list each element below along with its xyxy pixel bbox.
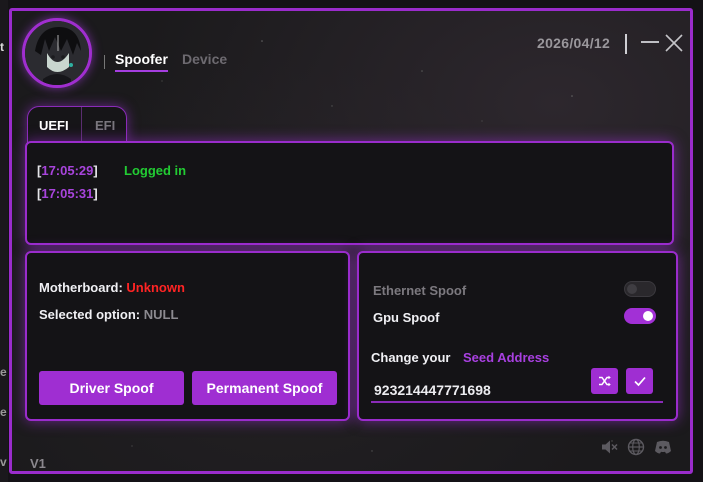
log-panel: [17:05:29] Logged in [17:05:31] xyxy=(25,141,674,245)
background-glyph: t xyxy=(0,40,4,54)
motherboard-label: Motherboard: xyxy=(39,280,123,295)
log-entry-timestamp: [17:05:29] xyxy=(37,163,98,178)
tab-spoofer[interactable]: Spoofer xyxy=(115,51,168,72)
mode-tab-divider xyxy=(81,107,82,143)
seed-address-input[interactable] xyxy=(371,379,663,403)
tab-efi[interactable]: EFI xyxy=(95,118,115,133)
ethernet-spoof-toggle[interactable] xyxy=(624,281,656,297)
change-your-label: Change your xyxy=(371,350,451,365)
discord-icon[interactable] xyxy=(653,437,673,457)
version-label: V1 xyxy=(30,456,46,471)
spoof-options-panel: Ethernet Spoof Gpu Spoof Change your See… xyxy=(357,251,678,421)
mode-tabs: UEFI EFI xyxy=(27,106,127,143)
user-avatar xyxy=(22,18,92,88)
background-glyph: e xyxy=(0,405,7,419)
checkmark-icon xyxy=(633,376,646,387)
log-entry-message: Logged in xyxy=(124,163,187,178)
system-info-panel: Motherboard: Unknown Selected option: NU… xyxy=(25,251,350,421)
seed-address-link[interactable]: Seed Address xyxy=(463,350,549,365)
driver-spoof-button[interactable]: Driver Spoof xyxy=(39,371,184,405)
mute-icon[interactable] xyxy=(599,437,619,457)
selected-option-row: Selected option: NULL xyxy=(39,307,178,322)
confirm-seed-button[interactable] xyxy=(626,368,653,394)
motherboard-value: Unknown xyxy=(126,280,185,295)
randomize-seed-button[interactable] xyxy=(591,368,618,394)
background-glyph: v xyxy=(0,455,7,469)
minimize-button[interactable] xyxy=(641,41,659,43)
log-time: 17:05:29 xyxy=(41,163,94,178)
background-glyph: e xyxy=(0,365,7,379)
date-divider xyxy=(625,34,627,54)
gpu-spoof-label: Gpu Spoof xyxy=(373,310,440,325)
motherboard-row: Motherboard: Unknown xyxy=(39,280,185,295)
close-icon[interactable] xyxy=(663,32,685,54)
toggle-knob xyxy=(643,311,653,321)
tab-device[interactable]: Device xyxy=(182,51,227,67)
log-time: 17:05:31 xyxy=(41,186,94,201)
spoofer-window: Spoofer Device 2026/04/12 UEFI EFI [17:0… xyxy=(9,8,693,474)
selected-option-value: NULL xyxy=(143,307,179,322)
toggle-knob xyxy=(627,284,637,294)
tab-uefi[interactable]: UEFI xyxy=(39,118,69,133)
current-date: 2026/04/12 xyxy=(537,35,611,51)
gpu-spoof-toggle[interactable] xyxy=(624,308,656,324)
log-entry-timestamp: [17:05:31] xyxy=(37,186,98,201)
nav-divider xyxy=(104,55,105,69)
ethernet-spoof-label: Ethernet Spoof xyxy=(373,283,467,298)
permanent-spoof-button[interactable]: Permanent Spoof xyxy=(192,371,337,405)
selected-option-label: Selected option: xyxy=(39,307,141,322)
globe-icon[interactable] xyxy=(626,437,646,457)
shuffle-icon xyxy=(598,375,611,387)
